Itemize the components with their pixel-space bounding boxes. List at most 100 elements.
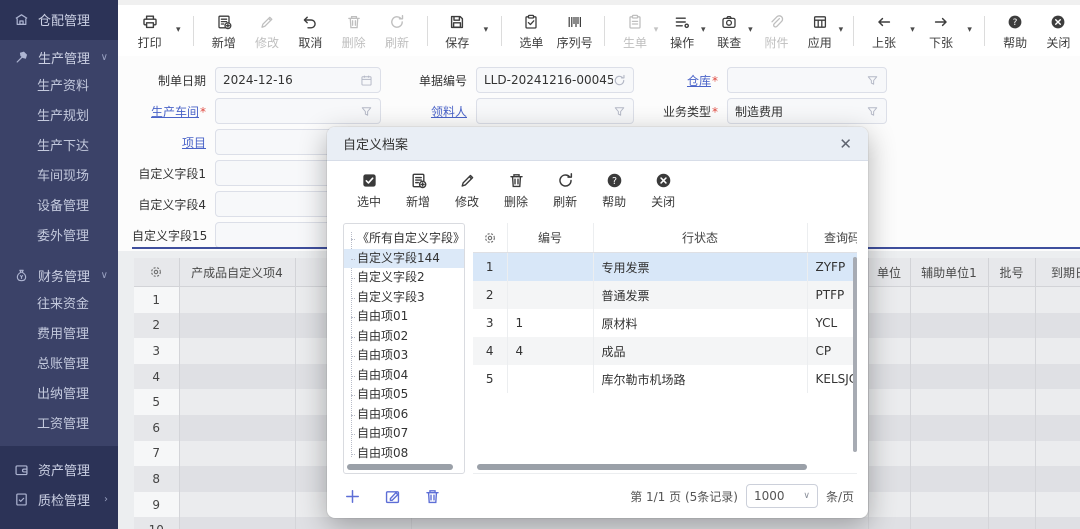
sidebar-item-production-release[interactable]: 生产下达 [0,132,118,162]
linked-query-caret-icon[interactable]: ▾ [746,12,755,48]
sidebar-item-quality-mgmt[interactable]: 质检管理 › [0,484,118,514]
sidebar-item-production-planning[interactable]: 生产规划 [0,102,118,132]
gear-icon[interactable] [149,265,163,279]
grid-col-header[interactable]: 批号 [988,258,1035,287]
dialog-table-row[interactable]: 4 4 成品 CP [473,337,857,365]
dialog-button-refresh[interactable]: 刷新 [553,172,577,210]
grid-col-header[interactable]: 产成品自定义项4 [179,258,295,287]
picker-field[interactable] [476,98,634,124]
sidebar-item-equipment-mgmt[interactable]: 设备管理 [0,192,118,222]
gear-icon[interactable] [483,231,497,245]
sidebar-item-cashier-mgmt[interactable]: 出纳管理 [0,380,118,410]
filter-icon[interactable] [866,74,879,87]
edit-row-icon[interactable] [384,488,401,505]
toolbar-button-print[interactable]: 打印 [128,12,171,51]
dialog-col-header[interactable]: 查询码 [807,223,857,253]
grid-col-header[interactable]: 辅助单位1 [910,258,988,287]
doc-no-field[interactable]: LLD-20241216-00045 [476,67,634,93]
table-row[interactable]: 10 [134,517,1080,529]
dialog-close-icon[interactable]: ✕ [839,135,852,153]
dialog-grid-settings-header[interactable] [473,223,507,253]
toolbar-button-modify[interactable]: 修改 [245,12,288,51]
sidebar-item-asset-mgmt[interactable]: 资产管理 [0,454,118,484]
sidebar-item-outsourcing-mgmt[interactable]: 委外管理 [0,222,118,252]
toolbar-button-add[interactable]: 新增 [202,12,245,51]
delete-row-trash-icon[interactable] [424,488,441,505]
tree-item-selected[interactable]: 自定义字段144 [344,249,464,269]
tree-item[interactable]: 自由项03 [344,346,464,366]
grid-col-header[interactable]: 单位 [868,258,910,287]
filter-icon[interactable] [866,105,879,118]
dialog-col-header[interactable]: 编号 [507,223,593,253]
tree-item[interactable]: 自定义字段2 [344,268,464,288]
tree-item[interactable]: 自由项05 [344,385,464,405]
toolbar-button-delete[interactable]: 删除 [332,12,375,51]
dialog-table-row[interactable]: 5 库尔勒市机场路 KELSJCL [473,365,857,393]
generate-order-caret-icon[interactable]: ▾ [652,12,661,48]
next-doc-caret-icon[interactable]: ▾ [963,12,977,48]
dialog-table-row[interactable]: 1 专用发票 ZYFP [473,253,857,282]
tree-item[interactable]: 自由项02 [344,327,464,347]
dialog-col-header[interactable]: 行状态 [593,223,807,253]
tree-item[interactable]: 自定义字段3 [344,288,464,308]
filter-icon[interactable] [360,105,373,118]
toolbar-button-serial-number[interactable]: 序列号 [553,12,596,51]
toolbar-button-linked-query[interactable]: 联查 [708,12,751,51]
sidebar-item-ar-ap-funds[interactable]: 往来资金 [0,290,118,320]
toolbar-button-cancel[interactable]: 取消 [289,12,332,51]
apply-caret-icon[interactable]: ▾ [836,12,845,48]
sidebar-item-general-ledger[interactable]: 总账管理 [0,350,118,380]
sidebar-item-expense-mgmt[interactable]: 费用管理 [0,320,118,350]
dialog-table-row[interactable]: 2 普通发票 PTFP [473,281,857,309]
toolbar-button-next-doc[interactable]: 下张 [919,12,962,51]
toolbar-button-previous-doc[interactable]: 上张 [862,12,905,51]
tree-item[interactable]: 自由项08 [344,444,464,464]
dialog-button-add[interactable]: 新增 [406,172,430,210]
sidebar-item-payroll-mgmt[interactable]: 工资管理 [0,410,118,440]
sidebar-item-finance-mgmt[interactable]: 财务管理 ∨ [0,260,118,290]
dialog-button-delete[interactable]: 删除 [504,172,528,210]
operate-caret-icon[interactable]: ▾ [699,12,708,48]
dialog-vertical-scrollbar[interactable] [853,257,857,452]
workshop-field[interactable] [215,98,381,124]
sidebar-item-warehouse-mgmt[interactable]: 仓配管理 [0,4,118,34]
toolbar-button-help[interactable]: 帮助 [993,12,1036,51]
grid-settings-header[interactable] [134,258,179,287]
sidebar-item-production-mgmt[interactable]: 生产管理 ∨ [0,42,118,72]
page-size-select[interactable]: 1000 ∨ [746,484,818,508]
tree-item[interactable]: 自由项06 [344,405,464,425]
save-dropdown-caret-icon[interactable]: ▾ [479,12,493,48]
dialog-button-select[interactable]: 选中 [357,172,381,210]
dialog-table-row[interactable]: 3 1 原材料 YCL [473,309,857,337]
toolbar-button-close[interactable]: 关闭 [1037,12,1080,51]
dialog-button-close[interactable]: 关闭 [651,172,675,210]
calendar-icon[interactable] [360,74,373,87]
warehouse-field[interactable] [727,67,887,93]
sidebar-item-production-data[interactable]: 生产资料 [0,72,118,102]
tree-item[interactable]: 自由项07 [344,424,464,444]
dialog-button-help[interactable]: 帮助 [602,172,626,210]
previous-doc-caret-icon[interactable]: ▾ [906,12,920,48]
tree-horizontal-scrollbar[interactable] [347,464,453,470]
toolbar-button-attachment[interactable]: 附件 [755,12,798,51]
dialog-horizontal-scrollbar[interactable] [477,464,807,470]
doc-date-field[interactable]: 2024-12-16 [215,67,381,93]
tree-item[interactable]: 自由项04 [344,366,464,386]
tree-item[interactable]: 自由项01 [344,307,464,327]
dialog-button-modify[interactable]: 修改 [455,172,479,210]
toolbar-button-generate-order[interactable]: 生单 [613,12,656,51]
add-row-plus-icon[interactable] [344,488,361,505]
toolbar-button-refresh[interactable]: 刷新 [375,12,418,51]
toolbar-button-apply[interactable]: 应用 [798,12,841,51]
tree-item[interactable]: 《所有自定义字段》 [344,229,464,249]
biz-type-field[interactable]: 制造费用 [727,98,887,124]
dialog-titlebar[interactable]: 自定义档案 ✕ [327,127,868,161]
toolbar-button-save[interactable]: 保存 [436,12,479,51]
print-dropdown-caret-icon[interactable]: ▾ [171,12,185,48]
refresh-icon[interactable] [613,74,626,87]
filter-icon[interactable] [613,105,626,118]
toolbar-button-select-order[interactable]: 选单 [510,12,553,51]
grid-col-header[interactable]: 到期日期 [1035,258,1080,287]
sidebar-item-shopfloor[interactable]: 车间现场 [0,162,118,192]
toolbar-button-operate[interactable]: 操作 [660,12,703,51]
